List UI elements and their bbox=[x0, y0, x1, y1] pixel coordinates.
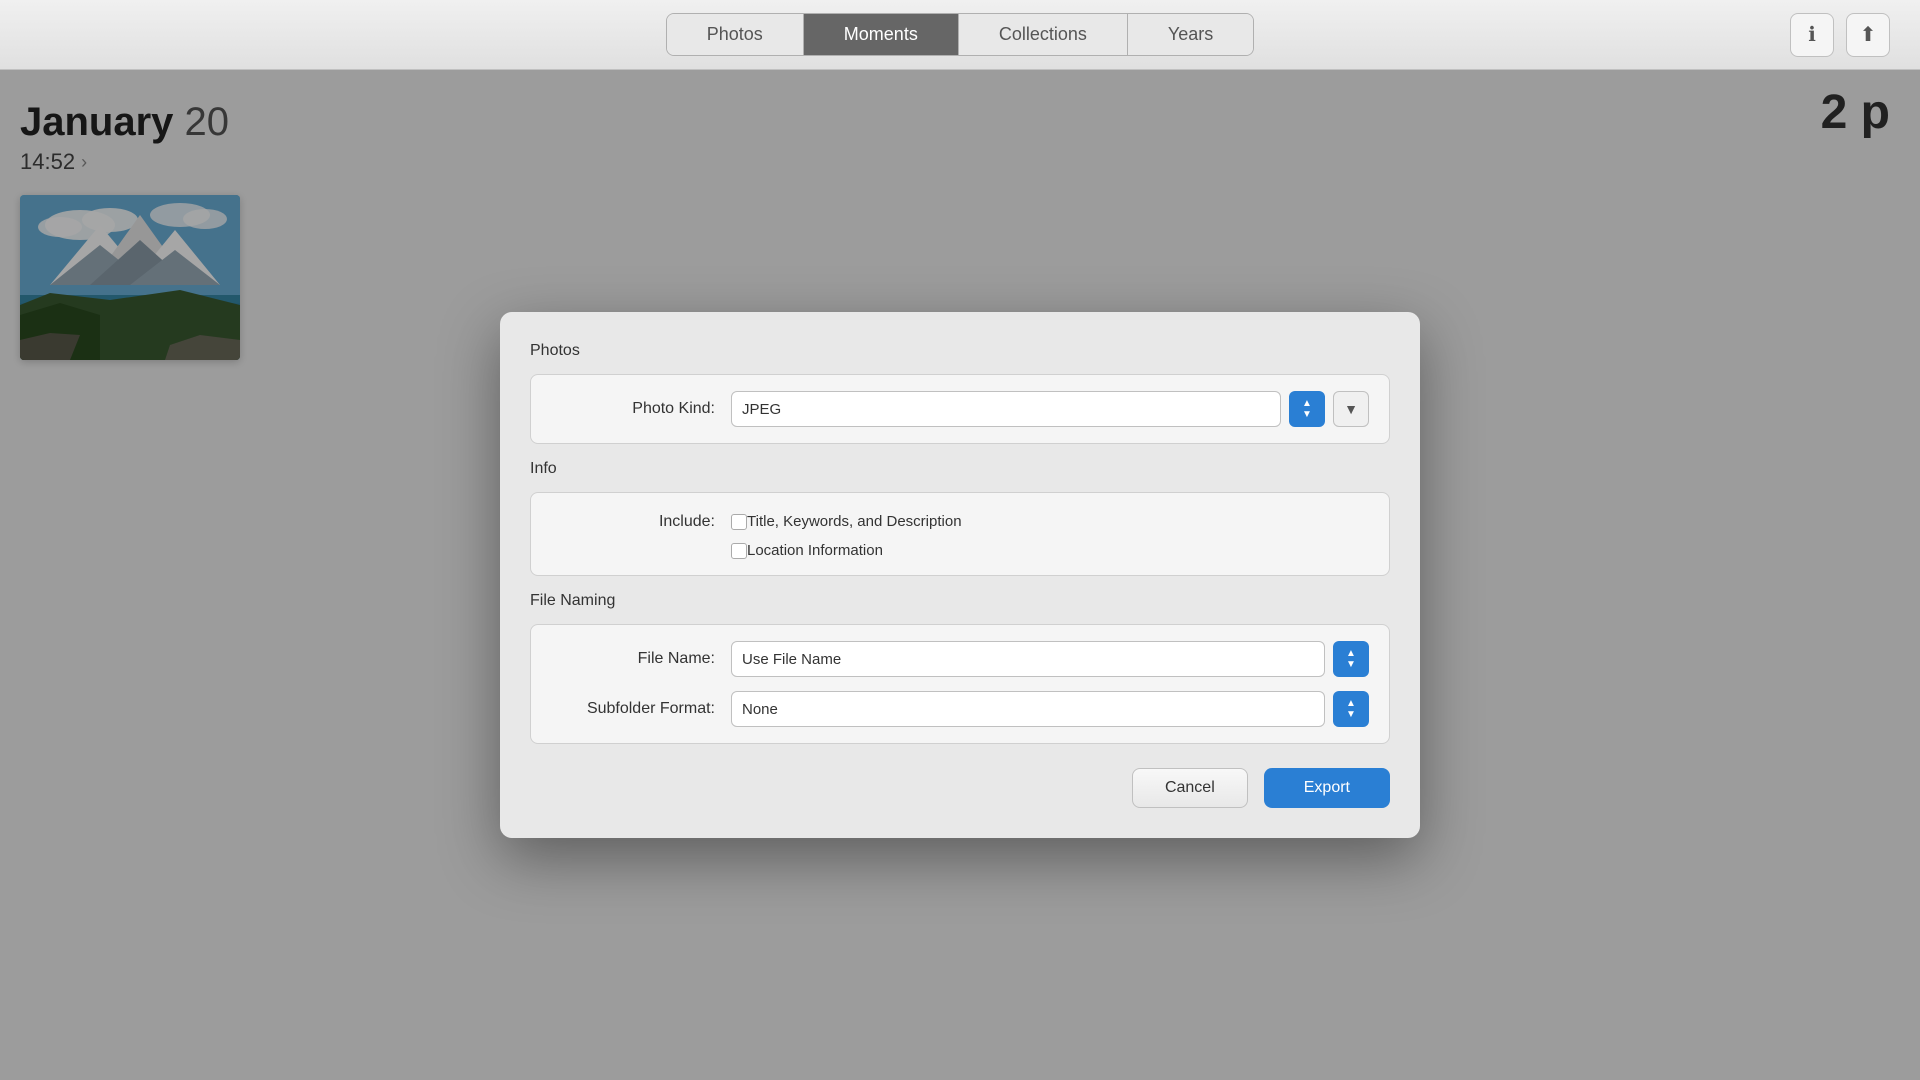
subfolder-format-row: Subfolder Format: None ▲ ▼ bbox=[551, 691, 1369, 727]
title-keywords-checkbox[interactable] bbox=[731, 514, 747, 530]
photo-kind-label: Photo Kind: bbox=[551, 400, 731, 418]
export-button[interactable]: Export bbox=[1264, 768, 1390, 808]
tab-moments[interactable]: Moments bbox=[804, 14, 959, 55]
file-naming-section-box: File Name: Use File Name ▲ ▼ Subfolder F… bbox=[530, 624, 1390, 744]
tab-photos[interactable]: Photos bbox=[667, 14, 804, 55]
file-naming-section-title: File Naming bbox=[530, 592, 1390, 610]
photo-kind-select-wrapper: JPEG ▲ ▼ ▼ bbox=[731, 391, 1369, 427]
file-name-select[interactable]: Use File Name bbox=[731, 641, 1325, 677]
checkbox-title-row: Title, Keywords, and Description bbox=[731, 513, 962, 530]
toolbar: Photos Moments Collections Years ℹ ⬆ bbox=[0, 0, 1920, 70]
chevron-down-icon: ▼ bbox=[1344, 401, 1358, 417]
checkboxes-group: Title, Keywords, and Description Locatio… bbox=[731, 513, 962, 559]
photo-kind-value: JPEG bbox=[742, 401, 781, 418]
main-content: January 20 14:52 › bbox=[0, 70, 1920, 1080]
share-icon: ⬆ bbox=[1860, 22, 1877, 47]
photos-section-title: Photos bbox=[530, 342, 1390, 360]
stepper-down-icon: ▼ bbox=[1346, 660, 1356, 670]
stepper-up-icon: ▲ bbox=[1346, 649, 1356, 659]
photos-section-box: Photo Kind: JPEG ▲ ▼ ▼ bbox=[530, 374, 1390, 444]
subfolder-format-select[interactable]: None bbox=[731, 691, 1325, 727]
info-section-title: Info bbox=[530, 460, 1390, 478]
stepper-up-icon: ▲ bbox=[1302, 399, 1312, 409]
tab-group: Photos Moments Collections Years bbox=[666, 13, 1255, 56]
subfolder-format-select-wrapper: None ▲ ▼ bbox=[731, 691, 1369, 727]
tab-years[interactable]: Years bbox=[1128, 14, 1253, 55]
title-keywords-label: Title, Keywords, and Description bbox=[747, 513, 962, 530]
file-name-stepper[interactable]: ▲ ▼ bbox=[1333, 641, 1369, 677]
location-info-label: Location Information bbox=[747, 542, 883, 559]
share-button[interactable]: ⬆ bbox=[1846, 13, 1890, 57]
checkbox-location-row: Location Information bbox=[731, 542, 962, 559]
subfolder-format-stepper[interactable]: ▲ ▼ bbox=[1333, 691, 1369, 727]
photo-kind-stepper[interactable]: ▲ ▼ bbox=[1289, 391, 1325, 427]
info-section-box: Include: Title, Keywords, and Descriptio… bbox=[530, 492, 1390, 576]
file-name-row: File Name: Use File Name ▲ ▼ bbox=[551, 641, 1369, 677]
file-name-select-wrapper: Use File Name ▲ ▼ bbox=[731, 641, 1369, 677]
file-name-label: File Name: bbox=[551, 650, 731, 668]
info-button[interactable]: ℹ bbox=[1790, 13, 1834, 57]
include-label: Include: bbox=[551, 513, 731, 531]
location-info-checkbox[interactable] bbox=[731, 543, 747, 559]
cancel-button[interactable]: Cancel bbox=[1132, 768, 1248, 808]
stepper-down-icon: ▼ bbox=[1302, 410, 1312, 420]
export-dialog: Photos Photo Kind: JPEG ▲ ▼ ▼ bbox=[500, 312, 1420, 838]
photo-kind-expand-btn[interactable]: ▼ bbox=[1333, 391, 1369, 427]
include-row: Include: Title, Keywords, and Descriptio… bbox=[551, 509, 1369, 559]
photo-kind-row: Photo Kind: JPEG ▲ ▼ ▼ bbox=[551, 391, 1369, 427]
modal-overlay: Photos Photo Kind: JPEG ▲ ▼ ▼ bbox=[0, 70, 1920, 1080]
subfolder-format-value: None bbox=[742, 701, 778, 718]
stepper-up-icon: ▲ bbox=[1346, 699, 1356, 709]
action-buttons: Cancel Export bbox=[530, 768, 1390, 808]
tab-collections[interactable]: Collections bbox=[959, 14, 1128, 55]
subfolder-format-label: Subfolder Format: bbox=[551, 700, 731, 718]
toolbar-right-buttons: ℹ ⬆ bbox=[1790, 13, 1890, 57]
info-icon: ℹ bbox=[1808, 22, 1816, 47]
stepper-down-icon: ▼ bbox=[1346, 710, 1356, 720]
photo-kind-select[interactable]: JPEG bbox=[731, 391, 1281, 427]
file-name-value: Use File Name bbox=[742, 651, 841, 668]
